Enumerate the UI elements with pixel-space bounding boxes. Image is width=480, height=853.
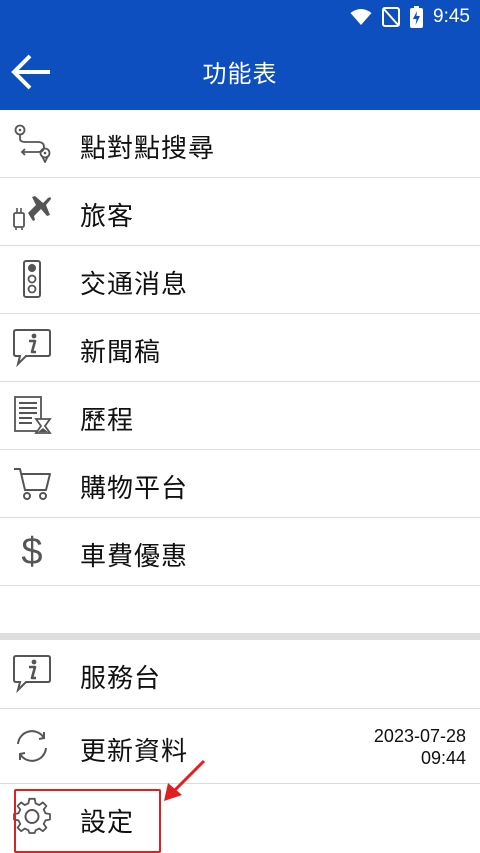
menu-list: 點對點搜尋 旅客 交通消息 新聞稿 歷程 購物平台 $ 車費優惠 服務台 更新資…: [0, 110, 480, 851]
no-signal-icon: [382, 7, 401, 27]
last-update-date: 2023-07-28: [373, 726, 466, 746]
info-bubble-icon: [13, 329, 51, 367]
dollar-icon: $: [21, 531, 42, 571]
sync-icon: [17, 730, 47, 762]
menu-item-history[interactable]: 歷程: [0, 382, 480, 450]
wifi-icon: [350, 9, 372, 25]
menu-item-label: 旅客: [80, 202, 135, 232]
menu-item-label: 服務台: [80, 664, 162, 694]
last-update-timestamp: 2023-07-28 09:44: [374, 725, 466, 769]
menu-item-label: 車費優惠: [80, 542, 189, 572]
info-bubble-icon: [13, 655, 51, 693]
menu-item-label: 新聞稿: [80, 338, 162, 368]
history-list-icon: [14, 396, 52, 434]
battery-charging-icon: [410, 6, 424, 28]
menu-item-service-desk[interactable]: 服務台: [0, 640, 480, 709]
traveler-plane-icon: [13, 196, 51, 230]
menu-item-route-search[interactable]: 點對點搜尋: [0, 110, 480, 178]
last-update-time: 09:44: [420, 748, 466, 768]
annotation-arrow-icon: [164, 759, 206, 801]
status-bar: 9:45: [0, 0, 480, 34]
menu-item-fare-discount[interactable]: $ 車費優惠: [0, 518, 480, 586]
menu-item-label: 點對點搜尋: [80, 134, 216, 164]
traffic-light-icon: [23, 260, 41, 298]
blank-row: [0, 586, 480, 633]
route-search-icon: [14, 124, 51, 163]
menu-item-traveler[interactable]: 旅客: [0, 178, 480, 246]
menu-item-shopping[interactable]: 購物平台: [0, 450, 480, 518]
menu-item-label: 交通消息: [80, 270, 189, 300]
shopping-cart-icon: [14, 468, 51, 500]
app-bar: 功能表: [0, 34, 480, 110]
menu-item-press-release[interactable]: 新聞稿: [0, 314, 480, 382]
section-divider: [0, 633, 480, 640]
menu-item-label: 購物平台: [80, 474, 189, 504]
page-title: 功能表: [202, 60, 278, 88]
menu-item-traffic-news[interactable]: 交通消息: [0, 246, 480, 314]
menu-item-update-data[interactable]: 更新資料 2023-07-28 09:44: [0, 709, 480, 784]
status-time: 9:45: [433, 6, 470, 27]
menu-item-label: 歷程: [80, 406, 135, 436]
svg-text:$: $: [21, 531, 42, 571]
highlight-box: [14, 789, 161, 853]
